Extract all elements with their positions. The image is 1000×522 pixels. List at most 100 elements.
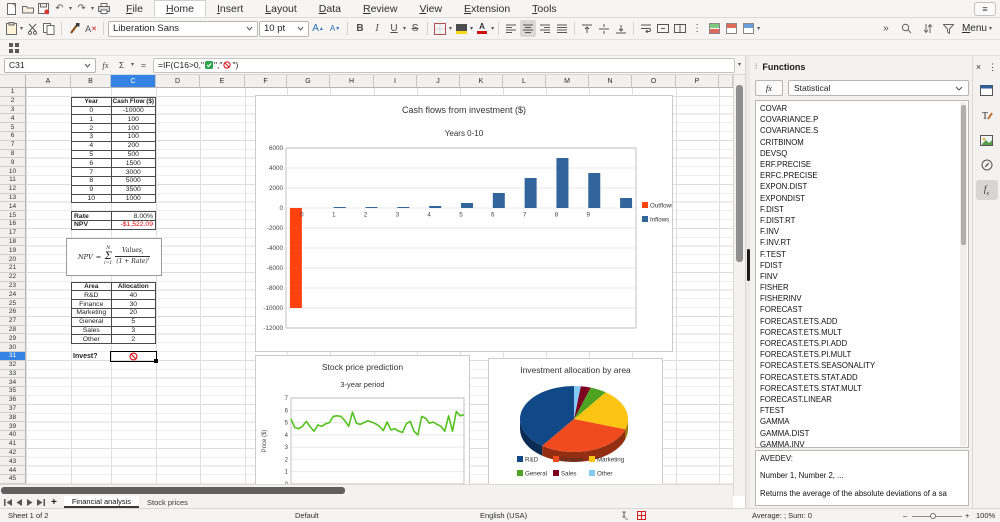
next-sheet-icon[interactable] <box>25 497 35 507</box>
table-cell[interactable]: 3 <box>72 132 112 141</box>
vertical-scrollbar-thumb[interactable] <box>736 85 743 262</box>
cut-icon[interactable] <box>24 20 40 37</box>
sidebar-tab-gallery[interactable] <box>976 130 998 150</box>
function-list-item[interactable]: COVARIANCE.P <box>756 114 968 125</box>
grow-font-icon[interactable]: A ▲ <box>310 20 326 37</box>
find-icon[interactable] <box>899 20 915 37</box>
row-header-40[interactable]: 40 <box>0 431 26 440</box>
menu-tab-view[interactable]: View <box>408 0 453 17</box>
function-list-item[interactable]: FDIST <box>756 260 968 271</box>
sheet-tab-stock-prices[interactable]: Stock prices <box>139 496 196 508</box>
row-header-12[interactable]: 12 <box>0 184 26 194</box>
function-list-item[interactable]: FORECAST.ETS.MULT <box>756 327 968 338</box>
sidebar-tab-styles[interactable]: T <box>976 105 998 125</box>
table-cell[interactable]: 100 <box>112 124 156 132</box>
undo-caret-icon[interactable]: ▾ <box>69 6 72 12</box>
sidebar-splitter-grip[interactable] <box>747 249 750 281</box>
row-header-39[interactable]: 39 <box>0 422 26 432</box>
column-header-F[interactable]: F <box>245 75 287 87</box>
function-list-item[interactable]: FORECAST.ETS.STAT.MULT <box>756 383 968 394</box>
table-cell[interactable]: Rate <box>72 212 112 220</box>
function-list-item[interactable]: FORECAST.ETS.PI.MULT <box>756 349 968 360</box>
align-center-icon[interactable] <box>520 20 537 37</box>
formula-button[interactable]: = <box>137 60 150 70</box>
table-cell[interactable]: Finance <box>72 300 112 308</box>
table-cell[interactable]: 3500 <box>112 185 156 194</box>
undo-icon[interactable]: ↶ <box>53 2 66 15</box>
row-header-19[interactable]: 19 <box>0 246 26 256</box>
sum-caret-icon[interactable]: ▾ <box>131 62 134 68</box>
table-cell[interactable]: 9 <box>72 185 112 194</box>
align-left-icon[interactable] <box>503 20 519 37</box>
column-header-H[interactable]: H <box>330 75 374 87</box>
shrink-font-icon[interactable]: A ▼ <box>327 20 343 37</box>
function-list-item[interactable]: GAMMA.DIST <box>756 427 968 438</box>
cells-grid[interactable]: 1 2 3 4 5 6 7 8 9 10 11 12 13 14 15 16 17 18 19 20 21 22 23 24 2… <box>0 88 733 484</box>
name-box[interactable]: C31 <box>4 57 96 73</box>
table-cell[interactable]: 3 <box>112 326 156 335</box>
table-cell[interactable]: 1 <box>72 115 112 124</box>
row-header-27[interactable]: 27 <box>0 316 26 326</box>
row-header-8[interactable]: 8 <box>0 149 26 159</box>
row-header-2[interactable]: 2 <box>0 96 26 106</box>
merge-cells-icon[interactable] <box>655 20 671 37</box>
table-cell[interactable]: 30 <box>112 300 156 308</box>
table-cell[interactable]: 5 <box>112 317 156 326</box>
selected-cell-C31[interactable] <box>110 351 157 362</box>
table-cell[interactable]: 7 <box>72 168 112 176</box>
function-list-item[interactable]: FISHERINV <box>756 293 968 304</box>
font-name-combo[interactable]: Liberation Sans <box>108 20 259 37</box>
row-header-6[interactable]: 6 <box>0 131 26 141</box>
table-cell[interactable]: 3000 <box>112 168 156 176</box>
column-header-C[interactable]: C <box>111 75 156 87</box>
horizontal-scrollbar[interactable] <box>0 484 733 496</box>
row-header-35[interactable]: 35 <box>0 387 26 396</box>
function-list-item[interactable]: DEVSQ <box>756 148 968 159</box>
function-list[interactable]: COVAR COVARIANCE.P COVARIANCE.S CRITBINOM DE… <box>755 100 969 448</box>
function-list-scrollbar-thumb[interactable] <box>961 105 966 245</box>
menu-tab-file[interactable]: File <box>115 0 154 17</box>
menu-tab-insert[interactable]: Insert <box>206 0 254 17</box>
column-header-I[interactable]: I <box>374 75 417 87</box>
table-cell[interactable]: 500 <box>112 150 156 159</box>
unmerge-cells-icon[interactable] <box>672 20 688 37</box>
row-header-25[interactable]: 25 <box>0 299 26 308</box>
table-cell[interactable]: 8 <box>72 176 112 185</box>
row-header-11[interactable]: 11 <box>0 175 26 185</box>
column-header-G[interactable]: G <box>287 75 330 87</box>
column-header-B[interactable]: B <box>71 75 111 87</box>
language[interactable]: English (USA) <box>480 511 527 520</box>
table-cell[interactable]: General <box>72 317 112 326</box>
currency-format-icon[interactable] <box>706 20 722 37</box>
zoom-slider-thumb[interactable] <box>930 513 936 519</box>
row-header-17[interactable]: 17 <box>0 228 26 238</box>
row-header-13[interactable]: 13 <box>0 193 26 203</box>
row-header-44[interactable]: 44 <box>0 466 26 476</box>
category-combo[interactable]: Statistical <box>788 80 969 96</box>
table-cell[interactable]: 100 <box>112 132 156 141</box>
table-cell[interactable]: Year <box>72 97 112 106</box>
insert-mode-icon[interactable] <box>620 511 628 520</box>
row-header-32[interactable]: 32 <box>0 360 26 370</box>
table-cell[interactable]: Area <box>72 282 112 291</box>
zoom-level[interactable]: 100% <box>976 511 995 520</box>
menu-tab-layout[interactable]: Layout <box>254 0 308 17</box>
align-top-icon[interactable] <box>579 20 595 37</box>
table-cell[interactable]: -10000 <box>112 106 156 115</box>
last-sheet-icon[interactable] <box>36 497 46 507</box>
align-bottom-icon[interactable] <box>613 20 629 37</box>
highlight-color-caret-icon[interactable]: ▾ <box>470 26 473 32</box>
close-panel-icon[interactable]: × <box>976 62 981 72</box>
sidebar-tab-navigator[interactable] <box>976 155 998 175</box>
table-cell[interactable]: 6 <box>72 159 112 168</box>
row-header-18[interactable]: 18 <box>0 237 26 247</box>
function-list-item[interactable]: GAMMA.INV <box>756 439 968 447</box>
font-color-icon[interactable]: A <box>474 20 490 37</box>
npv-formula-object[interactable]: NPV = N Σi=1 Valuesi (1 + Rate)i <box>66 237 162 276</box>
paste-icon[interactable] <box>3 20 19 37</box>
row-header-45[interactable]: 45 <box>0 475 26 484</box>
row-header-9[interactable]: 9 <box>0 158 26 168</box>
hamburger-menu-icon[interactable]: ≡ <box>974 1 996 16</box>
strikethrough-icon[interactable]: S <box>407 20 423 37</box>
row-header-15[interactable]: 15 <box>0 211 26 220</box>
